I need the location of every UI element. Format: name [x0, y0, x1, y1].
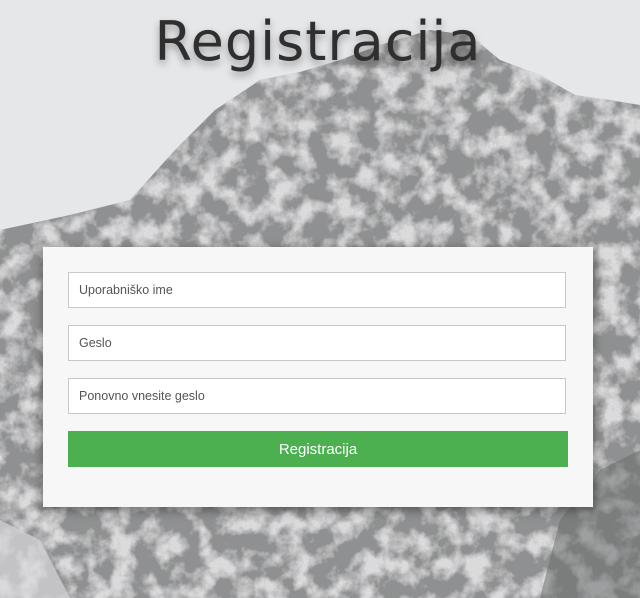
- password-repeat-input[interactable]: [68, 378, 566, 414]
- page-title: Registracija: [154, 10, 482, 73]
- username-input[interactable]: [68, 272, 566, 308]
- register-button[interactable]: Registracija: [68, 431, 568, 467]
- registration-form-card: Registracija: [43, 247, 593, 507]
- password-input[interactable]: [68, 325, 566, 361]
